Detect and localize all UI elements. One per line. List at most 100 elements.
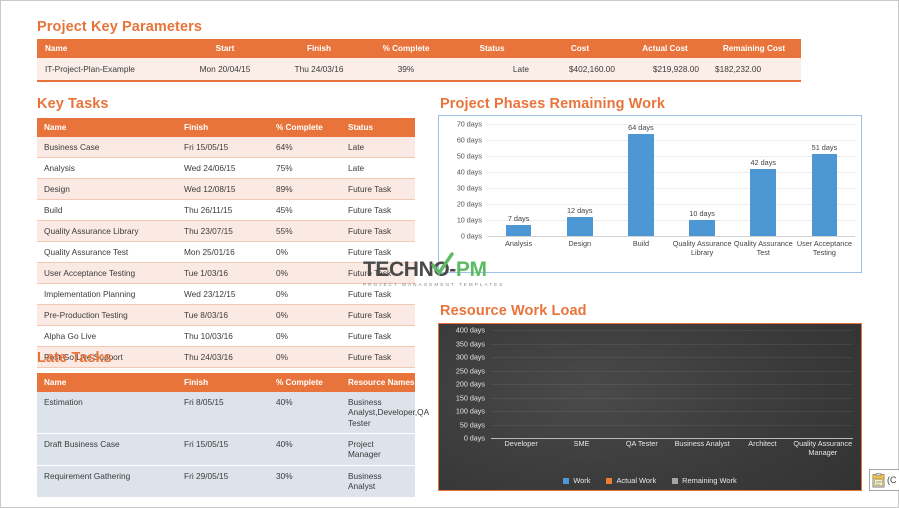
dashboard-page: Project Key Parameters Name Start Finish… [0,0,899,508]
x-axis-tick-label: Developer [504,439,538,448]
section-title-resource-work-load: Resource Work Load [440,303,587,319]
col-percent-complete: % Complete [269,373,341,392]
cell-status: Future Task [341,304,415,326]
bar-value-label: 12 days [566,205,593,215]
legend-label: Work [573,476,591,485]
col-name: Name [37,39,177,58]
col-percent-complete: % Complete [269,118,341,137]
cell-name: Estimation [37,392,177,435]
y-axis-tick-label: 70 days [456,119,482,129]
cell-percent-complete: 39% [365,58,447,81]
cell-status: Future Task [341,241,415,263]
chart-bar[interactable]: 10 days [689,209,715,236]
bar-slot: 12 days [549,124,610,236]
cell-percent-complete: 45% [269,199,341,221]
phases-chart-plot-area: 7 days 12 days 64 days 10 days 42 days 51 day… [488,123,855,237]
legend-swatch [606,477,613,484]
y-axis-tick-label: 50 days [459,420,485,429]
cell-finish: Fri 29/05/15 [177,465,269,498]
cell-percent-complete: 75% [269,157,341,179]
table-header-row: Name Start Finish % Complete Status Cost… [37,39,801,58]
col-cost: Cost [537,39,623,58]
col-status: Status [341,118,415,137]
bar-slot [732,330,792,438]
col-finish: Finish [177,373,269,392]
col-remaining-cost: Remaining Cost [707,39,801,58]
cell-finish: Wed 12/08/15 [177,178,269,200]
table-header-row: Name Finish % Complete Status [37,118,415,137]
cell-name: Design [37,178,177,200]
table-row: Quality Assurance Test Mon 25/01/16 0% Futu… [37,241,415,263]
bar-slot [491,330,551,438]
chart-bar[interactable]: 64 days [628,123,654,236]
resource-chart-bars [491,330,853,438]
section-title-late-tasks: Late Tasks [37,350,112,366]
cell-percent-complete: 0% [269,283,341,305]
legend-label: Actual Work [616,476,657,485]
x-axis-tick-label: Design [568,239,592,248]
late-tasks-table: Name Finish % Complete Resource Names Es… [37,373,429,498]
legend-item[interactable]: Remaining Work [672,476,737,485]
cell-resource-names: Project Manager [341,433,415,466]
cell-start: Mon 20/04/15 [177,58,273,81]
cell-resource-names: Business Analyst [341,465,415,498]
section-title-project-phases: Project Phases Remaining Work [440,96,666,112]
chart-bar[interactable]: 7 days [505,214,532,236]
col-percent-complete: % Complete [365,39,447,58]
x-axis-tick-label: Business Analyst [674,439,730,448]
cell-percent-complete: 64% [269,137,341,158]
y-axis-tick-label: 400 days [455,325,485,335]
phases-chart-bars: 7 days 12 days 64 days 10 days 42 days 51 day… [488,123,855,236]
legend-item[interactable]: Work [563,476,590,485]
table-row: User Acceptance Testing Tue 1/03/16 0% Futu… [37,262,415,284]
cell-percent-complete: 55% [269,220,341,242]
cell-cost: $402,160.00 [537,58,623,81]
cell-status: Future Task [341,199,415,221]
cell-finish: Thu 24/03/16 [177,346,269,368]
chart-bar[interactable]: 42 days [750,158,777,236]
resource-chart-legend: Work Actual Work Remaining Work [439,476,861,485]
cell-percent-complete: 0% [269,241,341,263]
table-row: Pre-Production Testing Tue 8/03/16 0% Futur… [37,304,415,326]
cell-name: Alpha Go Live [37,325,177,347]
section-title-key-tasks: Key Tasks [37,96,109,112]
chart-bar[interactable]: 12 days [566,206,593,236]
bar-slot [612,330,672,438]
cell-percent-complete: 30% [269,465,341,498]
table-row: Draft Business Case Fri 15/05/15 40% Projec… [37,433,415,466]
x-axis-tick-label: Quality Assurance Library [672,239,732,257]
project-phases-remaining-work-chart: 0 days 10 days 20 days 30 days 40 days 50 day… [438,115,862,273]
clipboard-icon [872,472,886,488]
cell-finish: Fri 15/05/15 [177,137,269,158]
legend-swatch [672,477,679,484]
cell-status: Future Task [341,262,415,284]
col-status: Status [447,39,537,58]
chart-bar[interactable]: 51 days [811,143,838,236]
cell-name: Build [37,199,177,221]
legend-item[interactable]: Actual Work [606,476,656,485]
table-row: Implementation Planning Wed 23/12/15 0% Fut… [37,283,415,305]
bar-value-label: 7 days [507,213,530,223]
legend-swatch [563,477,570,484]
cell-status: Future Task [341,220,415,242]
table-header-row: Name Finish % Complete Resource Names [37,373,415,392]
resource-chart-y-axis: 0 days 50 days 100 days 150 days 200 days 250… [439,326,489,443]
cell-resource-names: Business Analyst,Developer,QA Tester [341,392,429,435]
cell-finish: Thu 23/07/15 [177,220,269,242]
cell-status: Future Task [341,346,415,368]
bar-slot: 10 days [672,124,733,236]
cell-finish: Tue 8/03/16 [177,304,269,326]
cell-status: Late [341,137,415,158]
table-row: Quality Assurance Library Thu 23/07/15 55%… [37,220,415,242]
paste-options-chevron[interactable]: (C [887,475,897,485]
cell-status: Late [341,157,415,179]
y-axis-tick-label: 100 days [455,406,485,416]
y-axis-tick-label: 350 days [455,339,485,348]
x-axis-tick-label: SME [573,439,590,448]
cell-name: User Acceptance Testing [37,262,177,284]
paste-options-button[interactable]: (C [869,469,899,491]
cell-percent-complete: 0% [269,262,341,284]
cell-percent-complete: 0% [269,346,341,368]
table-row: IT-Project-Plan-Example Mon 20/04/15 Thu… [37,58,801,81]
y-axis-tick-label: 10 days [456,215,482,225]
